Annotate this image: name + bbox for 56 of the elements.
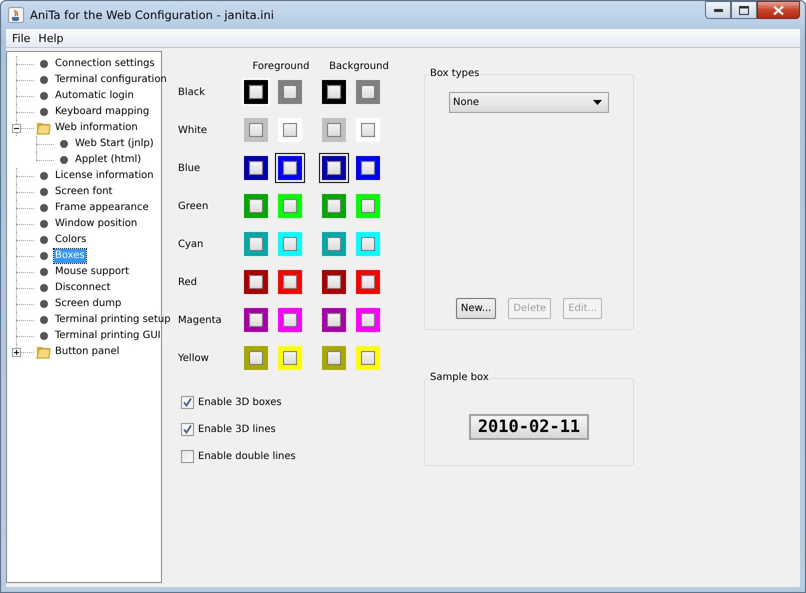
sample-box: 2010-02-11 [468,414,590,440]
tree-item[interactable]: Window position [54,217,138,231]
tree-item[interactable]: Keyboard mapping [54,105,150,119]
color-label: Green [178,200,210,212]
tree-item[interactable]: Colors [54,233,88,247]
column-header: Background [328,61,390,72]
group-title: Box types [429,68,480,79]
color-label: Yellow [178,352,210,364]
column-header: Foreground [252,61,310,72]
checkbox[interactable] [181,423,194,436]
tree-item[interactable]: Terminal printing GUI [54,329,162,343]
checkbox[interactable] [181,450,194,463]
minimize-button[interactable] [705,1,731,19]
color-label: Blue [178,162,202,174]
tree-item[interactable]: Button panel [54,345,120,359]
color-label: Magenta [178,314,223,326]
tree-item[interactable]: Applet (html) [74,153,142,167]
window-title: AniTa for the Web Configuration - janita.ini [30,8,274,22]
menu-item[interactable]: Help [34,32,68,44]
folder-icon [36,120,52,136]
tree-item[interactable]: Web information [54,121,139,135]
close-button[interactable] [757,1,800,19]
checkbox-label[interactable]: Enable 3D boxes [198,397,282,408]
tree-item[interactable]: Connection settings [54,57,156,71]
push-button[interactable]: New... [456,298,496,319]
check-icon [182,397,193,408]
tree-item[interactable]: Web Start (jnlp) [74,137,155,151]
menu-item[interactable]: File [8,32,34,44]
tree-item[interactable]: Screen dump [54,297,122,311]
maximize-icon [739,6,749,14]
tree-item[interactable]: Mouse support [54,265,130,279]
checkbox-label[interactable]: Enable 3D lines [198,424,276,435]
checkbox[interactable] [181,396,194,409]
collapse-icon[interactable] [12,124,21,133]
maximize-button[interactable] [731,1,757,19]
tree-item[interactable]: Terminal configuration [54,73,168,87]
box-type-dropdown[interactable]: None [449,92,609,113]
cup-icon [8,7,24,23]
tree-item[interactable]: Automatic login [54,89,135,103]
tree-item[interactable]: Disconnect [54,281,112,295]
tree-item[interactable]: Screen font [54,185,114,199]
color-label: Red [178,276,198,288]
color-label: Cyan [178,238,204,250]
tree-item[interactable]: Terminal printing setup [54,313,172,327]
tree-item[interactable]: License information [54,169,155,183]
check-icon [182,424,193,435]
tree-item[interactable]: Frame appearance [54,201,150,215]
folder-icon [36,344,52,360]
group-title: Sample box [429,372,490,383]
expand-icon[interactable] [12,348,21,357]
checkbox-label[interactable]: Enable double lines [198,451,296,462]
color-label: Black [178,86,206,98]
color-label: White [178,124,208,136]
minimize-icon [714,8,722,12]
close-icon [773,6,784,14]
dropdown-arrow-icon [593,100,602,105]
